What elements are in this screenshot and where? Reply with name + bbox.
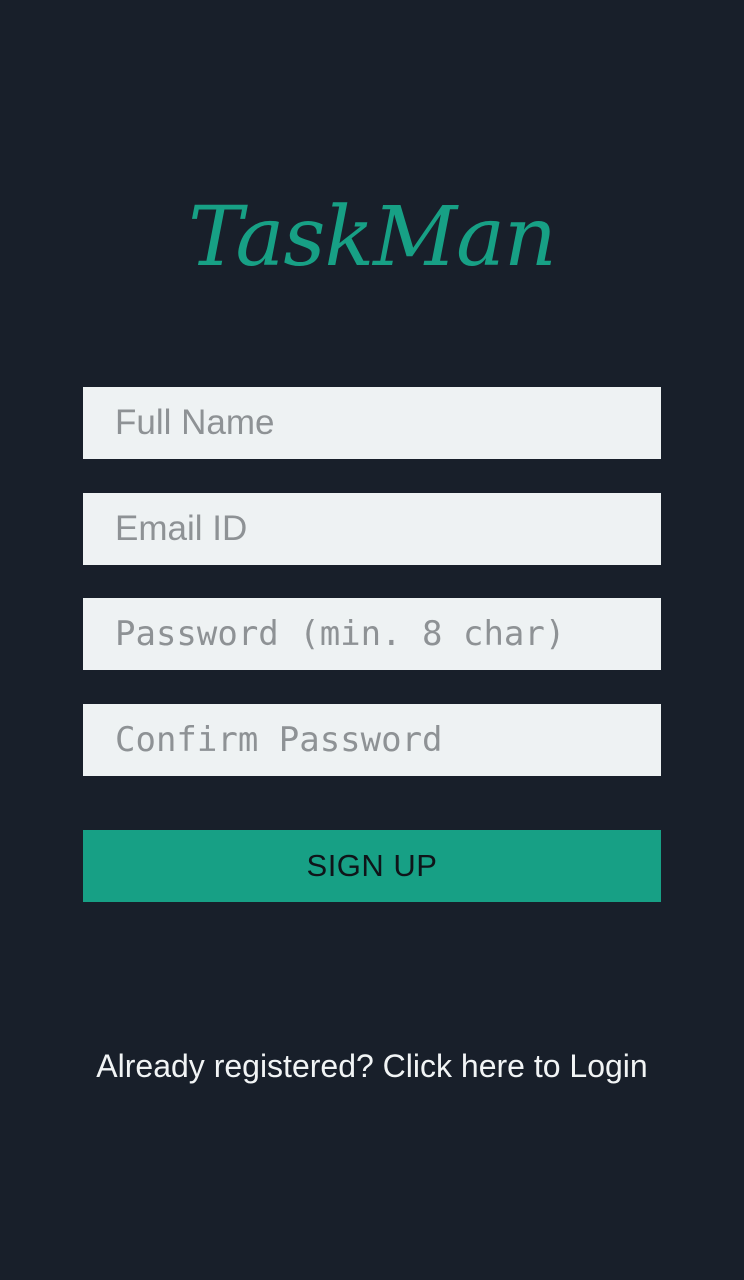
app-logo: TaskMan: [188, 190, 557, 285]
login-link[interactable]: Already registered? Click here to Login: [0, 1046, 744, 1086]
confirm-password-input[interactable]: [83, 704, 661, 776]
sign-up-button[interactable]: SIGN UP: [83, 830, 661, 902]
email-input[interactable]: [83, 493, 661, 565]
full-name-input[interactable]: [83, 387, 661, 459]
password-input[interactable]: [83, 598, 661, 670]
